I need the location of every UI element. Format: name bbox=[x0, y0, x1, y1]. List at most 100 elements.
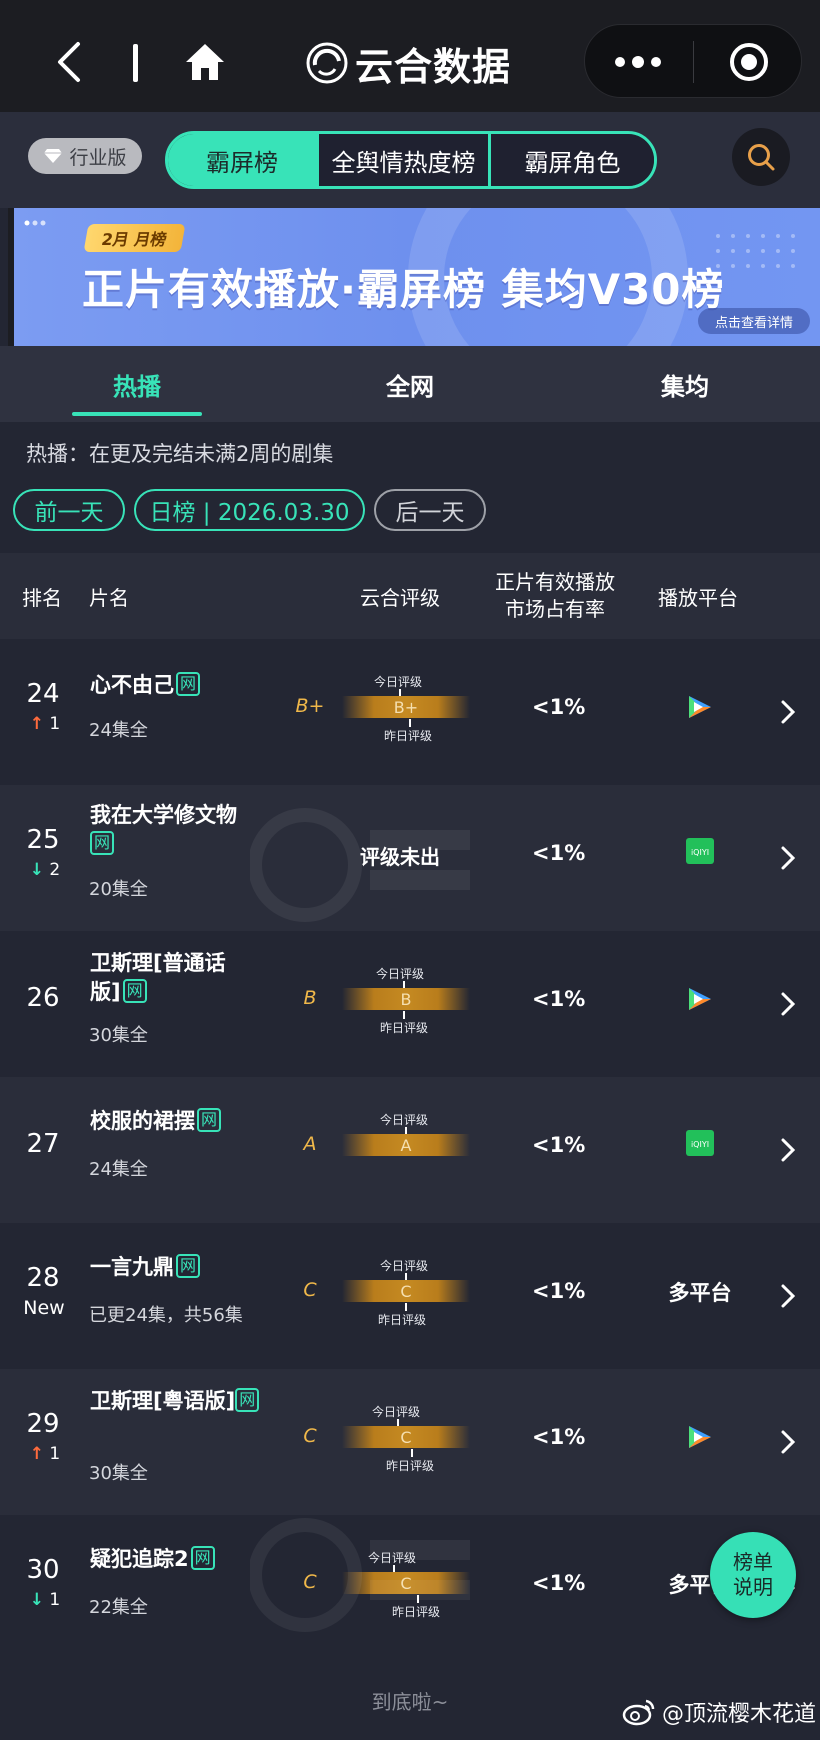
today-grade-label: 今日评级 bbox=[376, 967, 425, 981]
rank-change: ↓ 2 bbox=[29, 860, 61, 880]
more-icon[interactable] bbox=[613, 53, 663, 71]
view-detail-button[interactable]: 点击查看详情 bbox=[698, 308, 810, 334]
tencent-video-icon bbox=[689, 696, 711, 718]
tab-bapingbang[interactable]: 霸屏榜 bbox=[168, 134, 316, 186]
ranking-explanation-button[interactable]: 榜单 说明 bbox=[710, 1532, 796, 1618]
today-grade-label: 今日评级 bbox=[380, 1113, 429, 1127]
industry-badge[interactable]: 行业版 bbox=[28, 138, 142, 174]
brand: 云合数据 bbox=[305, 38, 512, 89]
segmented-tabs: 霸屏榜 全舆情热度榜 霸屏角色 bbox=[165, 131, 657, 189]
net-badge: 网 bbox=[190, 1546, 215, 1570]
carousel-dots-icon bbox=[24, 220, 46, 226]
net-badge: 网 bbox=[197, 1108, 222, 1132]
month-tag: 2月 月榜 bbox=[83, 224, 186, 252]
search-button[interactable] bbox=[732, 128, 790, 186]
yesterday-grade-label: 昨日评级 bbox=[384, 729, 433, 743]
back-icon[interactable] bbox=[52, 40, 88, 84]
industry-badge-label: 行业版 bbox=[69, 146, 127, 169]
rank-number: 25 bbox=[26, 825, 60, 855]
chevron-right-icon[interactable] bbox=[780, 845, 796, 871]
grade-letter: B+ bbox=[295, 695, 325, 717]
svg-text:iQIYI: iQIYI bbox=[691, 1140, 709, 1149]
arrow-up-icon: ↑ bbox=[29, 714, 44, 734]
subtab-hot[interactable]: 热播 bbox=[72, 346, 202, 422]
tencent-video-icon bbox=[689, 1426, 711, 1448]
header-rank: 排名 bbox=[22, 586, 62, 610]
yesterday-grade-label: 昨日评级 bbox=[378, 1313, 427, 1327]
brand-name: 云合数据 bbox=[355, 44, 512, 89]
banner-title: 正片有效播放·霸屏榜 集均V30榜 bbox=[82, 265, 725, 314]
chevron-right-icon[interactable] bbox=[780, 1283, 796, 1309]
rank-number: 29 bbox=[26, 1409, 60, 1439]
arrow-down-icon: ↓ bbox=[29, 1590, 44, 1610]
net-badge: 网 bbox=[176, 672, 201, 696]
grade-letter: C bbox=[303, 1425, 317, 1447]
close-target-icon[interactable] bbox=[728, 41, 770, 83]
subtab-all-network[interactable]: 全网 bbox=[345, 346, 475, 422]
monthly-banner[interactable]: 2月 月榜 正片有效播放·霸屏榜 集均V30榜 点击查看详情 bbox=[8, 208, 820, 346]
top-bar: 云合数据 bbox=[0, 0, 820, 112]
date-selector[interactable]: 日榜 | 2026.03.30 bbox=[134, 489, 365, 531]
grade-bar: B bbox=[342, 988, 470, 1010]
market-share: <1% bbox=[532, 1279, 586, 1303]
yesterday-grade-label: 昨日评级 bbox=[386, 1459, 435, 1473]
watermark-logo-icon bbox=[250, 808, 470, 922]
float-button-line1: 榜单 bbox=[733, 1550, 773, 1574]
yesterday-tick bbox=[403, 1011, 405, 1019]
category-tab-row: 行业版 霸屏榜 全舆情热度榜 霸屏角色 bbox=[0, 112, 820, 208]
grade-bar: C bbox=[342, 1426, 470, 1448]
today-grade-label: 今日评级 bbox=[372, 1405, 421, 1419]
episode-info: 24集全 bbox=[89, 720, 148, 741]
chevron-right-icon[interactable] bbox=[780, 1429, 796, 1455]
today-grade-label: 今日评级 bbox=[374, 675, 423, 689]
table-row[interactable]: 24 ↑ 1 心不由己网 24集全 B+ 今日评级 B+ 昨日评级 <1% bbox=[0, 639, 820, 785]
episode-info: 22集全 bbox=[89, 1597, 148, 1618]
arrow-up-icon: ↑ bbox=[29, 1444, 44, 1464]
weibo-icon bbox=[622, 1699, 655, 1726]
mini-program-capsule bbox=[584, 24, 802, 98]
episode-info: 24集全 bbox=[89, 1159, 148, 1180]
list-description: 热播：在更及完结未满2周的剧集 bbox=[26, 442, 334, 466]
market-share: <1% bbox=[532, 841, 586, 865]
table-row[interactable]: 29 ↑ 1 卫斯理[粤语版] 网 30集全 C 今日评级 C 昨日评级 <1% bbox=[0, 1369, 820, 1515]
net-badge: 网 bbox=[235, 1388, 260, 1412]
rank-number: 27 bbox=[26, 1129, 60, 1159]
drama-title: 我在大学修文物网 bbox=[90, 801, 270, 859]
header-rating: 云合评级 bbox=[360, 586, 440, 610]
chevron-right-icon[interactable] bbox=[780, 1137, 796, 1163]
header-platform: 播放平台 bbox=[658, 586, 738, 610]
active-tab-underline bbox=[72, 412, 202, 416]
tab-quanyuqing[interactable]: 全舆情热度榜 bbox=[316, 134, 488, 186]
drama-title: 一言九鼎网 bbox=[90, 1253, 270, 1282]
header-share-line1: 正片有效播放 bbox=[495, 570, 615, 594]
market-share: <1% bbox=[532, 695, 586, 719]
prev-day-button[interactable]: 前一天 bbox=[13, 489, 125, 531]
drama-title: 校服的裙摆网 bbox=[90, 1107, 270, 1136]
home-icon[interactable] bbox=[184, 42, 226, 82]
rank-number: 24 bbox=[26, 679, 60, 709]
yesterday-grade-label: 昨日评级 bbox=[380, 1021, 429, 1035]
drama-title: 心不由己网 bbox=[90, 671, 270, 700]
chevron-right-icon[interactable] bbox=[780, 991, 796, 1017]
tab-bapingjuese[interactable]: 霸屏角色 bbox=[488, 134, 654, 186]
table-row[interactable]: 26 卫斯理[普通话版] 网 30集全 B 今日评级 B 昨日评级 <1% bbox=[0, 931, 820, 1077]
weibo-credit: @顶流樱木花道 bbox=[622, 1692, 816, 1732]
table-row[interactable]: 27 校服的裙摆网 24集全 A 今日评级 A <1% iQIYI bbox=[0, 1077, 820, 1223]
float-button-line2: 说明 bbox=[733, 1575, 773, 1599]
next-day-button[interactable]: 后一天 bbox=[374, 489, 486, 531]
tencent-video-icon bbox=[689, 988, 711, 1010]
nav-divider bbox=[133, 44, 138, 82]
yesterday-tick bbox=[411, 1449, 413, 1457]
market-share: <1% bbox=[532, 987, 586, 1011]
yesterday-tick bbox=[409, 719, 411, 727]
platform-multi: 多平台 bbox=[668, 1281, 732, 1305]
rank-number: 30 bbox=[26, 1555, 60, 1585]
watermark-logo-icon bbox=[250, 1518, 470, 1632]
rank-number: 26 bbox=[26, 983, 60, 1013]
chevron-right-icon[interactable] bbox=[780, 699, 796, 725]
drama-title: 卫斯理[粤语版] 网 bbox=[90, 1387, 260, 1416]
subtab-per-episode[interactable]: 集均 bbox=[620, 346, 750, 422]
grade-bar: C bbox=[342, 1280, 470, 1302]
grade-letter: C bbox=[303, 1279, 317, 1301]
table-row[interactable]: 28 New 一言九鼎网 已更24集，共56集 C 今日评级 C 昨日评级 <1… bbox=[0, 1223, 820, 1369]
